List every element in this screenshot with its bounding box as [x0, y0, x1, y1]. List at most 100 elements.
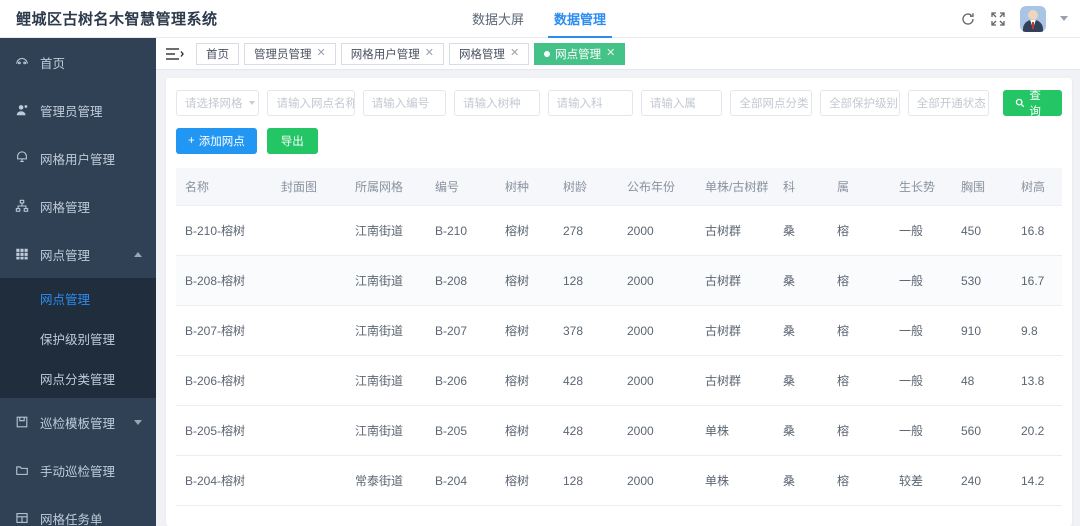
sites-table: 名称 封面图 所属网格 编号 树种 树龄 公布年份 单株/古树群 科 属 生长势… [176, 168, 1062, 506]
col-type[interactable]: 单株/古树群 [696, 168, 774, 206]
cell-age: 428 [554, 355, 618, 406]
cell-code: B-206 [426, 355, 496, 406]
chevron-down-icon[interactable] [1060, 16, 1068, 21]
search-button-label: 查询 [1029, 90, 1041, 118]
sidebar-item-inspection-template[interactable]: 巡检模板管理 [0, 398, 156, 446]
species-input[interactable]: 请输入树种 [454, 90, 540, 116]
sidebar-item-grid-manage[interactable]: 网格管理 [0, 182, 156, 230]
col-family[interactable]: 科 [774, 168, 828, 206]
sidebar-item-manual-inspection-label: 手动巡检管理 [40, 464, 116, 479]
tab-grid-manage-label: 网格管理 [458, 48, 505, 61]
sidebar-item-grid-user-label: 网格用户管理 [40, 152, 116, 167]
cell-year: 2000 [618, 255, 696, 306]
table-row[interactable]: B-205-榕树 江南街道 B-205 榕树 428 2000 单株 桑 榕 一… [176, 405, 1062, 456]
chevron-up-icon[interactable] [134, 251, 142, 257]
template-icon [14, 415, 30, 429]
col-cover[interactable]: 封面图 [272, 168, 346, 206]
sidebar-item-grid-user[interactable]: 网格用户管理 [0, 134, 156, 182]
tab-grid-user-manage[interactable]: 网格用户管理 ✕ [340, 42, 444, 65]
sidebar-item-home[interactable]: 首页 [0, 38, 156, 86]
cell-type: 古树群 [696, 255, 774, 306]
protection-level-select[interactable]: 全部保护级别 [820, 90, 900, 116]
plus-icon: + [188, 135, 195, 147]
site-name-input[interactable]: 请输入网点名称 [267, 90, 355, 116]
cell-height: 20.2 [1012, 405, 1062, 456]
col-grid[interactable]: 所属网格 [346, 168, 426, 206]
sidebar-subitem-site-manage[interactable]: 网点管理 [0, 278, 156, 318]
cell-girth: 910 [952, 305, 1012, 356]
cell-height: 13.8 [1012, 355, 1062, 406]
col-girth[interactable]: 胸围 [952, 168, 1012, 206]
tab-home[interactable]: 首页 [196, 42, 239, 65]
fullscreen-icon[interactable] [990, 11, 1006, 27]
nav-tab-dashboard-label: 数据大屏 [472, 12, 525, 27]
genus-input[interactable]: 请输入属 [640, 90, 723, 116]
sidebar-item-site-manage-label: 网点管理 [40, 248, 91, 263]
cell-vigor: 一般 [890, 355, 952, 406]
close-icon[interactable]: ✕ [606, 48, 615, 59]
avatar[interactable] [1020, 5, 1046, 32]
sidebar-item-admin[interactable]: 管理员管理 [0, 86, 156, 134]
table-row[interactable]: B-204-榕树 常泰街道 B-204 榕树 128 2000 单株 桑 榕 较… [176, 455, 1062, 506]
cell-grid: 江南街道 [346, 305, 426, 356]
grid-select-label: 请选择网格 [185, 98, 243, 110]
cell-type: 古树群 [696, 305, 774, 356]
category-select[interactable]: 全部网点分类 [730, 90, 813, 116]
col-height[interactable]: 树高 [1012, 168, 1062, 206]
chevron-down-icon[interactable] [134, 419, 142, 425]
cell-age: 378 [554, 305, 618, 356]
nav-tab-data-management[interactable]: 数据管理 [548, 0, 613, 38]
cell-grid: 江南街道 [346, 405, 426, 456]
cell-family: 桑 [774, 355, 828, 406]
table-row[interactable]: B-208-榕树 江南街道 B-208 榕树 128 2000 古树群 桑 榕 … [176, 255, 1062, 306]
cell-age: 428 [554, 405, 618, 456]
cell-girth: 48 [952, 355, 1012, 406]
col-age[interactable]: 树龄 [554, 168, 618, 206]
sidebar-subitem-protection-level[interactable]: 保护级别管理 [0, 318, 156, 358]
cell-type: 古树群 [696, 205, 774, 256]
grid-select[interactable]: 请选择网格 [176, 90, 260, 116]
table-row[interactable]: B-206-榕树 江南街道 B-206 榕树 428 2000 古树群 桑 榕 … [176, 355, 1062, 406]
col-code[interactable]: 编号 [426, 168, 496, 206]
col-genus[interactable]: 属 [828, 168, 890, 206]
export-button[interactable]: 导出 [266, 128, 318, 154]
top-header: 鲤城区古树名木智慧管理系统 数据大屏 数据管理 [0, 0, 1080, 38]
app-root: 鲤城区古树名木智慧管理系统 数据大屏 数据管理 首页 管理员管理 网格用户管理 … [0, 0, 1080, 526]
cell-code: B-204 [426, 455, 496, 506]
table-row[interactable]: B-210-榕树 江南街道 B-210 榕树 278 2000 古树群 桑 榕 … [176, 205, 1062, 256]
collapse-menu-icon[interactable] [164, 46, 196, 62]
tab-admin-manage[interactable]: 管理员管理 ✕ [244, 42, 336, 65]
sites-table-wrapper[interactable]: 名称 封面图 所属网格 编号 树种 树龄 公布年份 单株/古树群 科 属 生长势… [176, 168, 1062, 506]
refresh-icon[interactable] [960, 11, 976, 27]
sidebar: 首页 管理员管理 网格用户管理 网格管理 网点管理 网点管理 保护级别管理 网点… [0, 38, 156, 526]
tab-site-manage[interactable]: 网点管理 ✕ [534, 42, 626, 65]
header-actions [960, 5, 1080, 32]
close-icon[interactable]: ✕ [510, 48, 519, 59]
sidebar-item-site-manage[interactable]: 网点管理 [0, 230, 156, 278]
cell-species: 榕树 [496, 305, 554, 356]
table-row[interactable]: B-207-榕树 江南街道 B-207 榕树 378 2000 古树群 桑 榕 … [176, 305, 1062, 356]
open-status-select[interactable]: 全部开通状态 [907, 90, 990, 116]
cell-vigor: 一般 [890, 205, 952, 256]
cell-species: 榕树 [496, 255, 554, 306]
sidebar-submenu-site-manage: 网点管理 保护级别管理 网点分类管理 [0, 278, 156, 398]
tab-grid-manage[interactable]: 网格管理 ✕ [448, 42, 530, 65]
col-species[interactable]: 树种 [496, 168, 554, 206]
col-year[interactable]: 公布年份 [618, 168, 696, 206]
cell-year: 2000 [618, 455, 696, 506]
close-icon[interactable]: ✕ [425, 48, 434, 59]
sidebar-item-grid-task[interactable]: 网格任务单 [0, 494, 156, 526]
cell-vigor: 一般 [890, 305, 952, 356]
cell-year: 2000 [618, 355, 696, 406]
sidebar-subitem-site-category[interactable]: 网点分类管理 [0, 358, 156, 398]
cell-code: B-210 [426, 205, 496, 256]
sidebar-item-manual-inspection[interactable]: 手动巡检管理 [0, 446, 156, 494]
code-input[interactable]: 请输入编号 [362, 90, 447, 116]
family-input[interactable]: 请输入科 [547, 90, 633, 116]
add-site-button[interactable]: + 添加网点 [176, 128, 257, 154]
nav-tab-dashboard[interactable]: 数据大屏 [470, 0, 526, 38]
close-icon[interactable]: ✕ [317, 48, 326, 59]
search-button[interactable]: 查询 [1003, 90, 1063, 118]
col-name[interactable]: 名称 [176, 168, 272, 206]
col-vigor[interactable]: 生长势 [890, 168, 952, 206]
